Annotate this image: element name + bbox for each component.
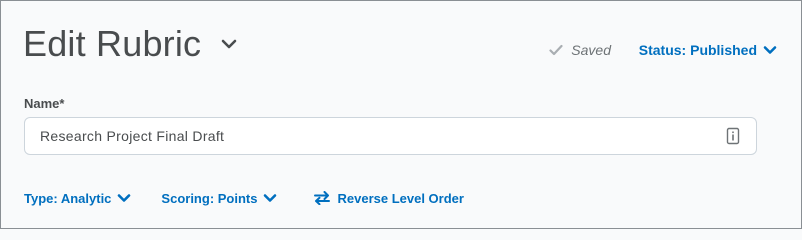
saved-label: Saved xyxy=(571,42,611,58)
scoring-dropdown[interactable]: Scoring: Points xyxy=(161,191,277,206)
saved-indicator: Saved xyxy=(549,42,611,58)
reverse-level-order-label: Reverse Level Order xyxy=(337,190,464,206)
type-label: Type: Analytic xyxy=(24,190,112,206)
page-title: Edit Rubric xyxy=(23,23,202,64)
chevron-down-icon xyxy=(264,194,277,202)
status-dropdown[interactable]: Status: Published xyxy=(639,42,777,58)
header: Edit Rubric Saved Status: Published xyxy=(23,21,777,71)
chevron-down-icon xyxy=(763,46,777,54)
reverse-level-order-button[interactable]: Reverse Level Order xyxy=(313,190,464,206)
name-label: Name* xyxy=(24,96,65,111)
rubric-options: Type: Analytic Scoring: Points Reverse L… xyxy=(24,188,464,208)
chevron-down-icon[interactable] xyxy=(221,38,237,50)
field-info-icon[interactable] xyxy=(726,127,740,145)
chevron-down-icon xyxy=(118,194,131,202)
type-dropdown[interactable]: Type: Analytic xyxy=(24,191,131,206)
status-label: Status: Published xyxy=(638,42,757,58)
name-input[interactable] xyxy=(24,117,757,155)
scoring-label: Scoring: Points xyxy=(161,190,258,206)
swap-arrows-icon xyxy=(314,191,331,205)
checkmark-icon xyxy=(549,44,563,56)
edit-rubric-panel: Edit Rubric Saved Status: Published Name… xyxy=(0,0,802,229)
